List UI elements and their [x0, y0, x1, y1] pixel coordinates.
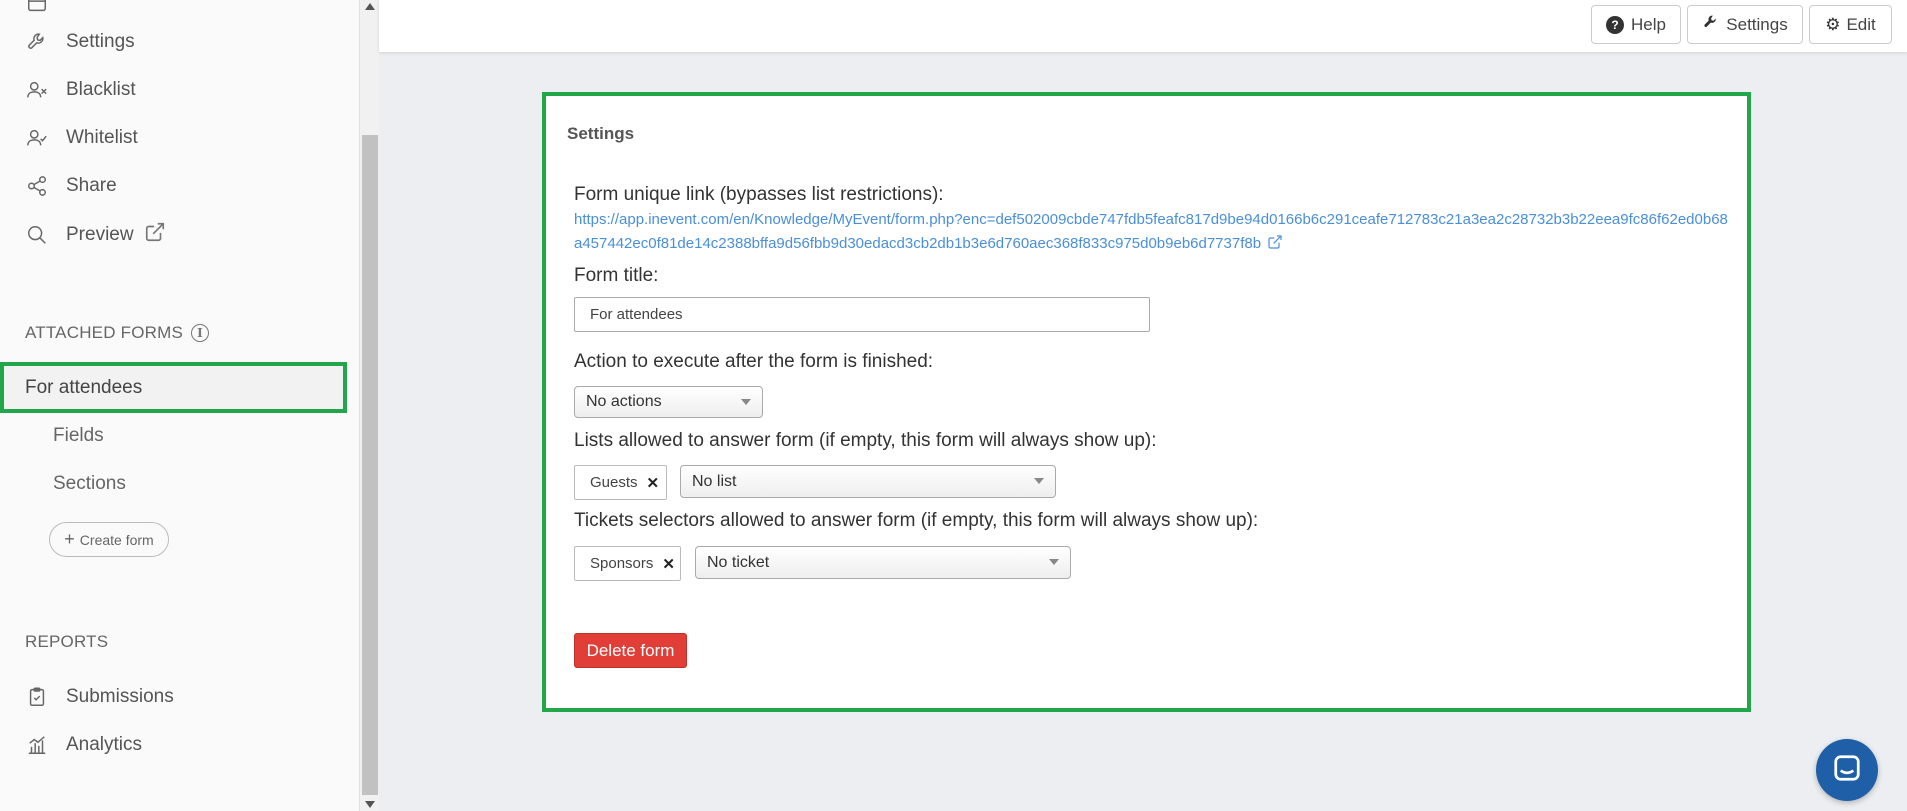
- sidebar-item-settings[interactable]: Settings: [24, 29, 135, 55]
- form-link-url[interactable]: https://app.inevent.com/en/Knowledge/MyE…: [574, 211, 1728, 252]
- chevron-down-icon: [1034, 478, 1044, 484]
- attached-forms-header: ATTACHED FORMS i: [25, 323, 209, 343]
- gear-icon: ⚙: [1825, 14, 1841, 34]
- share-icon: [24, 173, 50, 199]
- clipboard-check-icon: [24, 684, 50, 710]
- sidebar-item-active-form[interactable]: For attendees: [0, 362, 347, 413]
- lists-label: Lists allowed to answer form (if empty, …: [574, 430, 1157, 451]
- create-form-label: Create form: [79, 531, 154, 548]
- form-title-label: Form title:: [574, 265, 659, 286]
- user-check-icon: [24, 125, 50, 151]
- scroll-up-arrow[interactable]: [365, 3, 375, 10]
- tickets-select-value: No ticket: [707, 553, 770, 571]
- edit-button[interactable]: ⚙ Edit: [1809, 5, 1892, 44]
- info-icon[interactable]: i: [191, 324, 209, 342]
- scrollbar-thumb[interactable]: [362, 135, 378, 795]
- tickets-label: Tickets selectors allowed to answer form…: [574, 510, 1259, 531]
- tickets-select[interactable]: No ticket: [695, 546, 1071, 579]
- reports-header: REPORTS: [25, 632, 109, 651]
- bar-chart-icon: [24, 732, 50, 758]
- lists-select[interactable]: No list: [680, 465, 1056, 498]
- action-select-value: No actions: [586, 393, 662, 410]
- sidebar-item-preview[interactable]: Preview: [24, 221, 166, 249]
- tickets-tag: Sponsors ✕: [574, 546, 681, 581]
- sidebar-item-submissions[interactable]: Submissions: [24, 684, 174, 710]
- chevron-down-icon: [1049, 559, 1059, 565]
- action-select[interactable]: No actions: [574, 386, 763, 418]
- sidebar-item-sections-top[interactable]: [24, 0, 66, 16]
- sidebar-item-share[interactable]: Share: [24, 173, 117, 199]
- remove-tag-icon[interactable]: ✕: [662, 555, 675, 573]
- question-icon: ?: [1606, 15, 1625, 34]
- card-title: Settings: [567, 124, 635, 143]
- external-link-icon: [134, 221, 166, 249]
- sidebar-item-label: Whitelist: [66, 127, 138, 148]
- sidebar-subitem-fields[interactable]: Fields: [53, 425, 104, 447]
- lists-select-value: No list: [692, 472, 737, 490]
- sidebar-scrollbar[interactable]: [359, 0, 379, 811]
- sidebar-item-blacklist[interactable]: Blacklist: [24, 77, 136, 103]
- sidebar-item-whitelist[interactable]: Whitelist: [24, 125, 138, 151]
- sidebar-item-label: Submissions: [66, 686, 174, 707]
- lists-tag-label: Guests: [590, 474, 638, 491]
- plus-icon: +: [64, 529, 75, 549]
- sidebar-item-analytics[interactable]: Analytics: [24, 732, 142, 758]
- lists-tag: Guests ✕: [574, 465, 667, 500]
- active-form-label: For attendees: [25, 376, 143, 398]
- help-button[interactable]: ? Help: [1591, 5, 1681, 44]
- list-icon: [24, 0, 50, 16]
- tickets-tag-label: Sponsors: [590, 555, 654, 572]
- delete-form-button[interactable]: Delete form: [574, 633, 687, 668]
- wrench-icon: [24, 29, 50, 55]
- form-link-label: Form unique link (bypasses list restrict…: [574, 184, 944, 205]
- remove-tag-icon[interactable]: ✕: [647, 474, 660, 492]
- search-icon: [24, 222, 50, 248]
- sidebar-item-label: Analytics: [66, 734, 143, 755]
- sidebar-item-label: Share: [66, 175, 117, 196]
- sidebar-item-label: Preview: [66, 224, 134, 245]
- user-x-icon: [24, 77, 50, 103]
- form-title-input[interactable]: [574, 297, 1150, 332]
- chevron-down-icon: [741, 399, 751, 405]
- sidebar-subitem-sections[interactable]: Sections: [53, 473, 126, 495]
- chat-icon: [1832, 753, 1862, 788]
- sidebar-item-label: Blacklist: [66, 79, 136, 100]
- settings-button[interactable]: Settings: [1687, 5, 1803, 44]
- create-form-button[interactable]: + Create form: [49, 522, 169, 557]
- top-bar: ? Help Settings ⚙ Edit: [379, 0, 1907, 52]
- sidebar-item-label: Settings: [66, 31, 135, 52]
- sidebar: Settings Blacklist Whitelist Share Previ…: [0, 0, 359, 811]
- wrench-icon: [1702, 13, 1720, 36]
- chat-widget-button[interactable]: [1816, 739, 1878, 801]
- scroll-down-arrow[interactable]: [365, 801, 375, 808]
- external-link-icon[interactable]: [1267, 234, 1283, 258]
- form-unique-link[interactable]: https://app.inevent.com/en/Knowledge/MyE…: [574, 208, 1734, 258]
- action-label: Action to execute after the form is fini…: [574, 351, 934, 372]
- form-settings-card: Settings Form unique link (bypasses list…: [542, 92, 1751, 712]
